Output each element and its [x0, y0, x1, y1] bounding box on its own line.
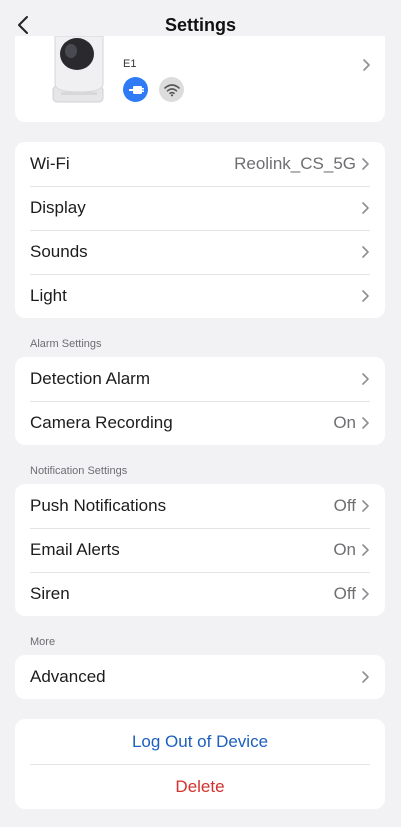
email-alerts-row[interactable]: Email Alerts On — [15, 528, 385, 572]
wifi-row[interactable]: Wi-Fi Reolink_CS_5G — [15, 142, 385, 186]
row-value: Off — [333, 496, 356, 515]
row-label: Sounds — [30, 242, 88, 261]
light-row[interactable]: Light — [15, 274, 385, 318]
more-settings-group: Advanced — [15, 655, 385, 699]
power-plug-icon — [128, 85, 144, 94]
chevron-right-icon — [362, 588, 369, 600]
section-header-alarm: Alarm Settings — [30, 338, 102, 350]
row-value: On — [333, 413, 356, 432]
display-row[interactable]: Display — [15, 186, 385, 230]
chevron-right-icon — [362, 417, 369, 429]
device-name: E1 — [123, 58, 137, 70]
delete-button[interactable]: Delete — [15, 764, 385, 809]
row-label: Push Notifications — [30, 496, 167, 515]
siren-row[interactable]: Siren Off — [15, 572, 385, 616]
chevron-right-icon — [362, 246, 369, 258]
camera-image — [52, 36, 104, 103]
row-value: Off — [333, 584, 356, 603]
detection-alarm-row[interactable]: Detection Alarm — [15, 357, 385, 401]
row-label: Email Alerts — [30, 540, 120, 559]
general-settings-group: Wi-Fi Reolink_CS_5G Display Sounds Light — [15, 142, 385, 318]
row-label: Camera Recording — [30, 413, 173, 432]
chevron-left-icon — [18, 16, 28, 34]
section-header-more: More — [30, 636, 56, 648]
wifi-icon — [163, 83, 180, 96]
wifi-status-badge — [159, 77, 184, 102]
row-value: Reolink_CS_5G — [234, 154, 356, 173]
alarm-settings-group: Detection Alarm Camera Recording On — [15, 357, 385, 445]
delete-label: Delete — [175, 776, 225, 796]
camera-recording-row[interactable]: Camera Recording On — [15, 401, 385, 445]
sounds-row[interactable]: Sounds — [15, 230, 385, 274]
chevron-right-icon — [362, 158, 369, 170]
chevron-right-icon — [362, 202, 369, 214]
page-title: Settings — [164, 14, 236, 35]
device-card[interactable]: E1 — [15, 36, 385, 122]
power-status-badge — [123, 77, 148, 102]
chevron-right-icon — [363, 59, 370, 71]
row-label: Light — [30, 286, 67, 305]
chevron-right-icon — [362, 373, 369, 385]
chevron-right-icon — [362, 500, 369, 512]
advanced-row[interactable]: Advanced — [15, 655, 385, 699]
row-label: Wi-Fi — [30, 154, 70, 173]
chevron-right-icon — [362, 544, 369, 556]
row-label: Detection Alarm — [30, 369, 150, 388]
device-actions-group: Log Out of Device Delete — [15, 719, 385, 809]
section-header-notification: Notification Settings — [30, 465, 128, 477]
log-out-label: Log Out of Device — [131, 731, 269, 751]
chevron-right-icon — [362, 290, 369, 302]
push-notifications-row[interactable]: Push Notifications Off — [15, 484, 385, 528]
row-label: Advanced — [30, 667, 106, 686]
row-value: On — [333, 540, 356, 559]
row-label: Display — [30, 198, 86, 217]
notification-settings-group: Push Notifications Off Email Alerts On S… — [15, 484, 385, 616]
log-out-button[interactable]: Log Out of Device — [15, 719, 385, 764]
chevron-right-icon — [362, 671, 369, 683]
row-label: Siren — [30, 584, 70, 603]
